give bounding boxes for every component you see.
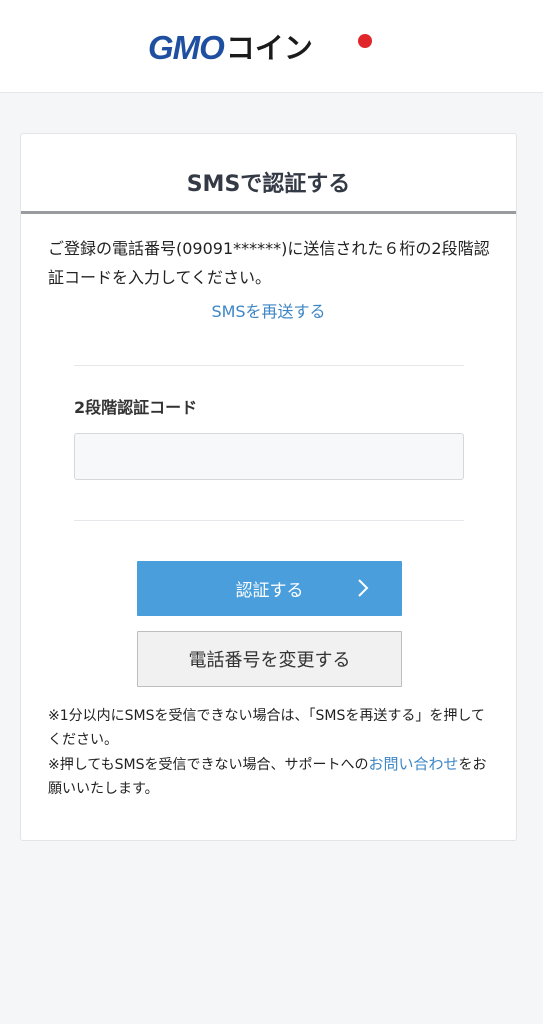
section-divider-top: [74, 365, 464, 366]
logo-red-dot-icon: [358, 34, 372, 48]
note-resend: ※1分以内にSMSを受信できない場合は、「SMSを再送する」を押してください。: [48, 708, 485, 748]
contact-support-link[interactable]: お問い合わせ: [368, 755, 458, 773]
title-divider: [21, 211, 516, 214]
logo-coin-text: コイン: [225, 31, 313, 65]
app-header: GMO コイン: [0, 0, 543, 93]
verification-code-input[interactable]: [74, 433, 464, 480]
note-contact-prefix: ※押してもSMSを受信できない場合、サポートへの: [48, 757, 369, 773]
page-title: SMSで認証する: [186, 172, 351, 197]
logo-gmo-text: GMO: [148, 29, 225, 66]
code-field-label: 2段階認証コード: [74, 398, 198, 417]
gmo-coin-logo[interactable]: GMO コイン: [148, 29, 372, 66]
note-contact: ※押してもSMSを受信できない場合、サポートへのお問い合わせをお願いいたします。: [48, 752, 498, 801]
verify-button-label: 認証する: [235, 581, 304, 601]
resend-sms-link[interactable]: SMSを再送する: [21, 298, 516, 322]
help-notes: ※1分以内にSMSを受信できない場合は、「SMSを再送する」を押してください。 …: [48, 704, 498, 801]
verify-button[interactable]: 認証する: [137, 561, 402, 616]
chevron-right-icon: [358, 579, 369, 597]
change-phone-button[interactable]: 電話番号を変更する: [137, 631, 402, 687]
instruction-message: ご登録の電話番号(09091******)に送信された６桁の2段階認証コードを入…: [48, 239, 490, 287]
section-divider-bottom: [74, 520, 464, 521]
sms-auth-card: SMSで認証する ご登録の電話番号(09091******)に送信された６桁の2…: [20, 133, 517, 841]
